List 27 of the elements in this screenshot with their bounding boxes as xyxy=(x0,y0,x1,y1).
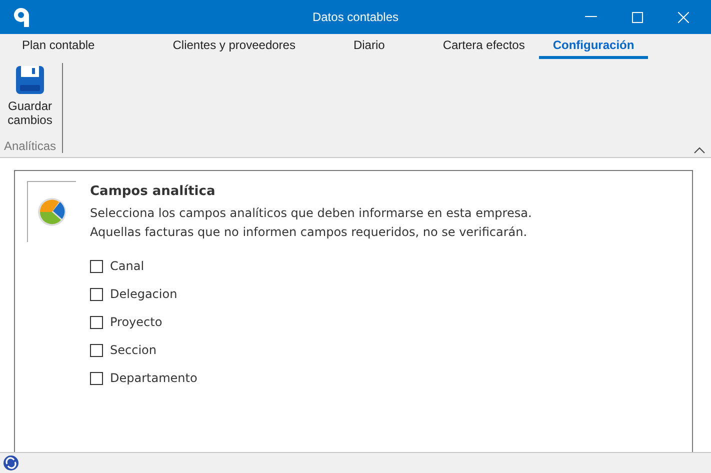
tab[interactable]: Clientes y proveedores xyxy=(158,34,310,59)
save-button[interactable]: Guardar cambios xyxy=(6,63,54,129)
window-title: Datos contables xyxy=(311,10,400,24)
checkbox-label: Canal xyxy=(110,259,144,273)
description-text: Selecciona los campos analíticos que deben informarse en esta empresa. xyxy=(90,205,532,222)
checkbox-label: Departamento xyxy=(110,371,198,385)
tab[interactable]: Diario xyxy=(339,34,399,59)
checkbox[interactable] xyxy=(90,288,103,300)
sync-icon xyxy=(3,455,19,471)
checkbox-label: Delegacion xyxy=(110,287,178,301)
tab[interactable]: Plan contable xyxy=(8,34,109,59)
group-label: Analíticas xyxy=(4,139,56,153)
checkbox[interactable] xyxy=(90,344,103,356)
checkbox-label: Proyecto xyxy=(110,315,162,329)
pie-chart-icon xyxy=(37,197,67,227)
tab[interactable]: Cartera efectos xyxy=(428,34,539,59)
minimize-icon xyxy=(585,16,597,18)
checkbox-label: Seccion xyxy=(110,343,156,357)
description-text: Aquellas facturas que no informen campos requeridos, no se verificarán. xyxy=(90,224,528,241)
collapse-icon[interactable] xyxy=(694,147,705,154)
maximize-icon xyxy=(632,12,642,22)
checkbox[interactable] xyxy=(90,372,103,384)
checkbox[interactable] xyxy=(90,260,103,272)
section-title: Campos analítica xyxy=(90,184,216,199)
close-icon xyxy=(678,12,688,22)
tab[interactable]: Configuración xyxy=(538,34,648,59)
checkbox[interactable] xyxy=(90,316,103,328)
